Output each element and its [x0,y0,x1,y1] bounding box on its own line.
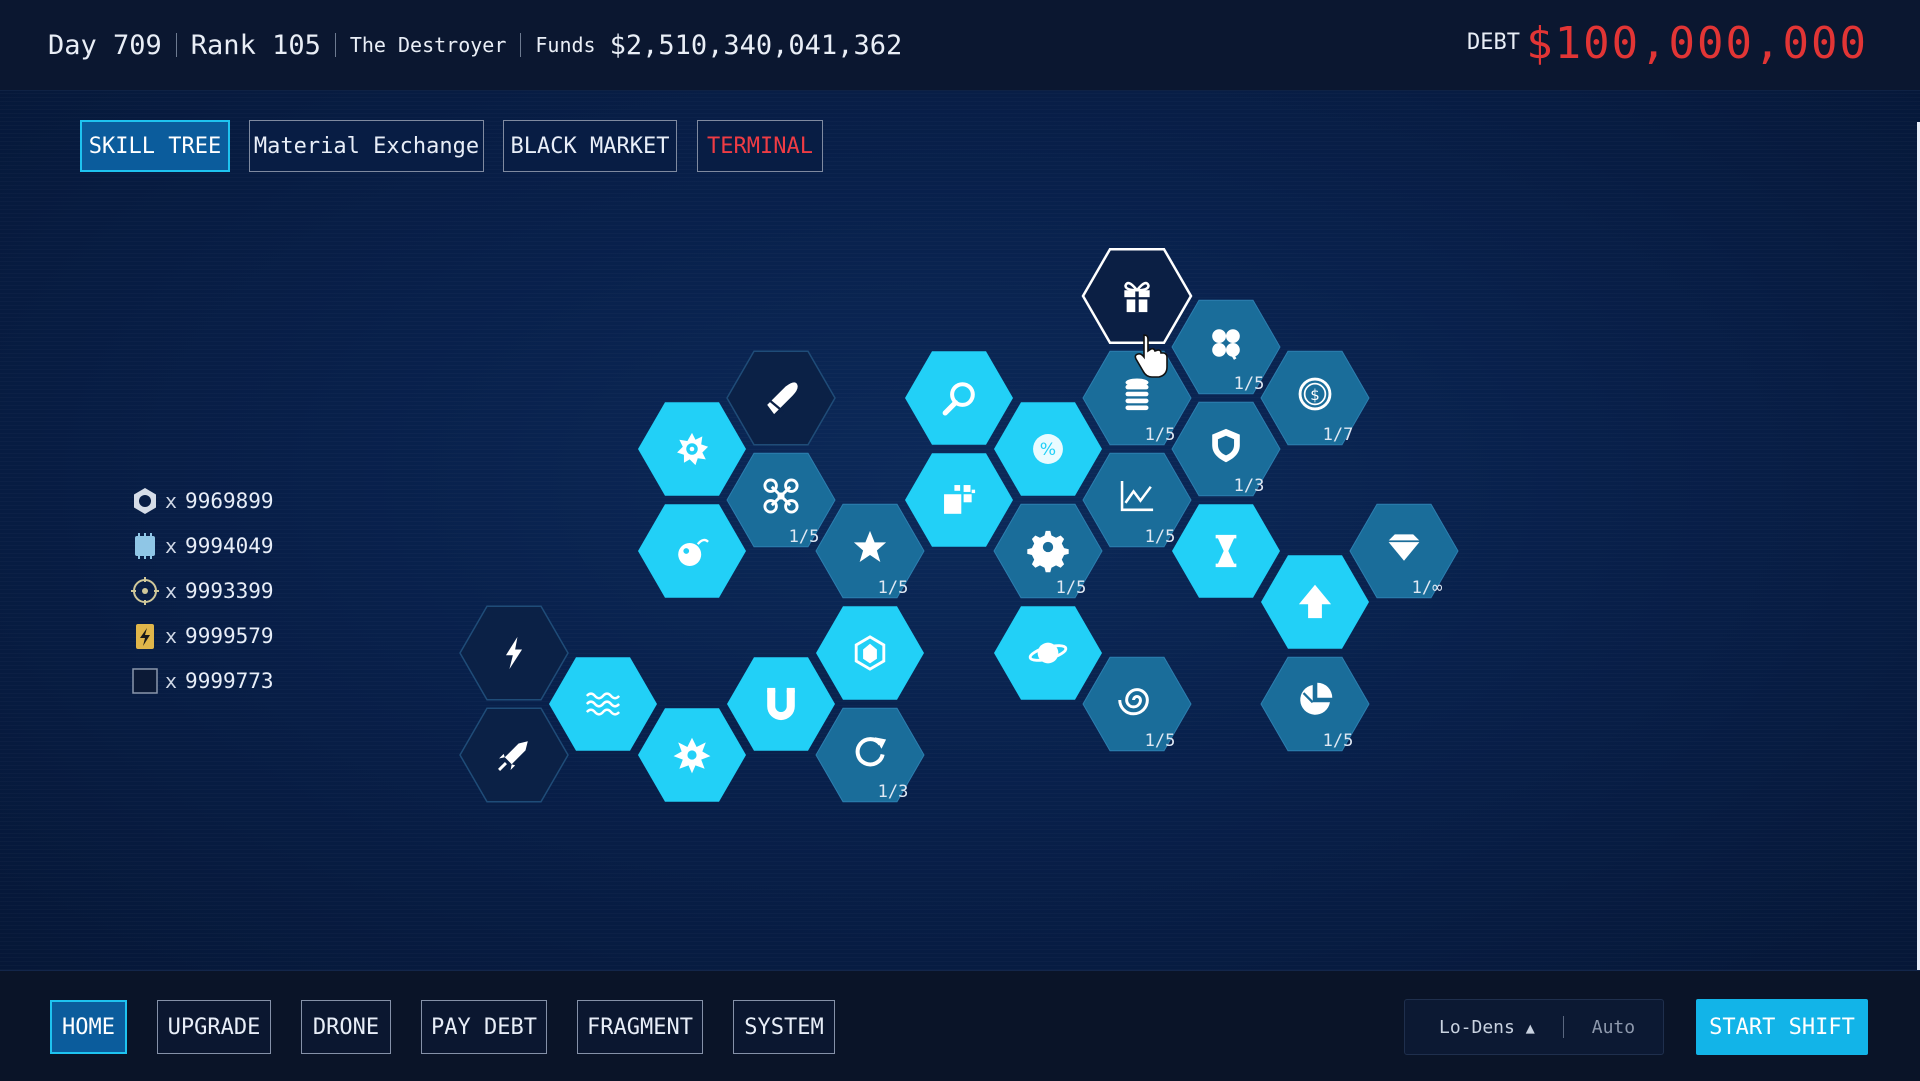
skill-level: 1/5 [1145,425,1176,445]
material-count: 9999773 [185,668,274,693]
material-row: x 9993399 [130,568,274,613]
times-sign: x [165,668,178,693]
svg-text:$: $ [1310,386,1320,404]
dark-cube-icon [130,666,160,696]
svg-text:%: % [1040,440,1056,460]
chip-icon [130,531,160,561]
coin-stack-icon [1125,378,1149,411]
tab-material-exchange[interactable]: Material Exchange [249,120,484,172]
divider [1562,1016,1564,1038]
nav-pay-debt-button[interactable]: PAY DEBT [421,1000,547,1054]
nav-upgrade-button[interactable]: UPGRADE [157,1000,271,1054]
skill-level: 1/5 [1234,374,1265,394]
skill-level: 1/5 [1145,731,1176,751]
skill-level: 1/5 [1056,578,1087,598]
day-counter: Day 709 [48,29,162,61]
material-count: 9993399 [185,578,274,603]
materials-inventory: x 9969899 x 9994049 x 9993399 x 9999579 … [130,478,274,703]
skill-level: 1/5 [878,578,909,598]
player-title: The Destroyer [349,33,507,57]
material-count: 9969899 [185,488,274,513]
material-row: x 9994049 [130,523,274,568]
gear-icon [1027,530,1069,573]
battery-icon [130,621,160,651]
skill-level: 1/∞ [1412,578,1443,598]
percent-icon: % [1033,434,1063,464]
material-row: x 9969899 [130,478,274,523]
divider [334,33,336,57]
material-row: x 9999579 [130,613,274,658]
tab-terminal[interactable]: TERMINAL [697,120,823,172]
triangle-up-icon: ▲ [1525,1018,1535,1037]
density-toggle: Lo-Dens ▲ Auto [1404,999,1664,1055]
tab-skill-tree[interactable]: SKILL TREE [80,120,230,172]
funds-label: Funds [535,33,596,57]
density-option[interactable]: Lo-Dens ▲ [1439,1017,1535,1038]
divider [175,33,177,57]
times-sign: x [165,578,178,603]
auto-mode-toggle[interactable]: Auto [1592,1017,1635,1038]
crystal-icon [854,635,886,671]
times-sign: x [165,533,178,558]
start-shift-button[interactable]: START SHIFT [1696,999,1868,1055]
material-count: 9994049 [185,533,274,558]
tab-black-market[interactable]: BLACK MARKET [503,120,677,172]
nav-home-button[interactable]: HOME [50,1000,127,1054]
skill-level: 1/5 [789,527,820,547]
skill-level: 1/7 [1323,425,1354,445]
material-count: 9999579 [185,623,274,648]
skill-level: 1/5 [1145,527,1176,547]
status-bar: Day 709 Rank 105 The Destroyer Funds $2,… [0,0,1920,91]
debt-value: $100,000,000 [1526,18,1868,69]
rank-label: Rank 105 [190,29,321,61]
dollar-coin-icon: $ [1298,377,1332,411]
bottom-bar: HOME UPGRADE DRONE PAY DEBT FRAGMENT SYS… [0,970,1920,1081]
explosion-icon [673,737,711,774]
reload-icon [855,737,887,767]
material-row: x 9999773 [130,658,274,703]
times-sign: x [165,488,178,513]
debt-label: DEBT [1467,30,1520,55]
times-sign: x [165,623,178,648]
nav-drone-button[interactable]: DRONE [301,1000,391,1054]
divider [520,33,522,57]
nav-fragment-button[interactable]: FRAGMENT [577,1000,703,1054]
skill-level: 1/5 [1323,731,1354,751]
skill-level: 1/3 [1234,476,1265,496]
crosshair-core-icon [130,576,160,606]
hex-nut-icon [130,486,160,516]
skill-level: 1/3 [878,782,909,802]
nav-system-button[interactable]: SYSTEM [733,1000,835,1054]
funds-value: $2,510,340,041,362 [609,29,903,61]
density-label: Lo-Dens [1439,1016,1515,1038]
